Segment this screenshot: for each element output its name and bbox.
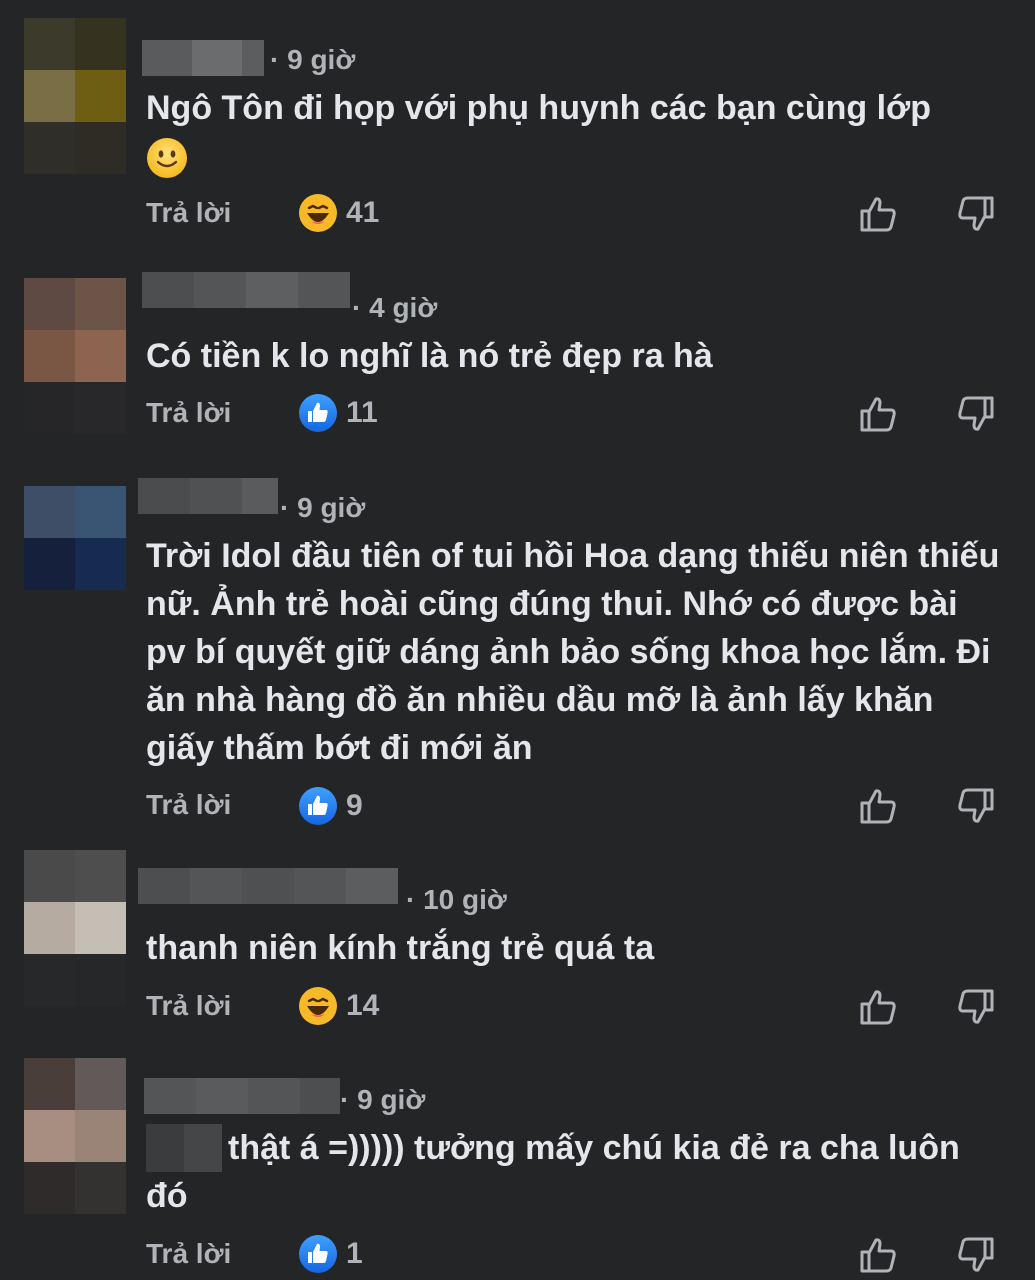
avatar[interactable] — [24, 18, 126, 174]
reaction-summary[interactable]: 41 — [298, 193, 379, 233]
thumbs-down-icon[interactable] — [956, 987, 996, 1027]
like-reaction-icon — [299, 787, 337, 825]
reaction-count: 11 — [346, 396, 378, 429]
thumbs-up-icon[interactable] — [858, 394, 898, 434]
reply-button[interactable]: Trả lời — [146, 789, 231, 821]
thumbs-down-icon[interactable] — [956, 786, 996, 826]
avatar[interactable] — [24, 278, 126, 434]
reply-button[interactable]: Trả lời — [146, 1238, 231, 1270]
comment-time: · 9 giờ — [270, 44, 356, 75]
reply-button[interactable]: Trả lời — [146, 990, 231, 1022]
like-reaction-icon — [299, 394, 337, 432]
haha-emoji-icon — [299, 194, 337, 232]
smile-emoji-icon — [147, 138, 187, 179]
comment-time: · 4 giờ — [352, 292, 438, 323]
thumbs-down-icon[interactable] — [956, 194, 996, 234]
comment-time: · 9 giờ — [280, 492, 366, 523]
thumbs-up-icon[interactable] — [858, 1235, 898, 1275]
mention-tag[interactable] — [146, 1124, 222, 1172]
reaction-count: 1 — [346, 1237, 363, 1270]
reaction-summary[interactable]: 9 — [298, 786, 363, 826]
comment-text: thật á =))))) tưởng mấy chú kia đẻ ra ch… — [146, 1124, 1006, 1220]
reaction-count: 14 — [346, 989, 380, 1022]
reaction-summary[interactable]: 14 — [298, 986, 379, 1026]
thumbs-up-icon[interactable] — [858, 786, 898, 826]
thumbs-down-icon[interactable] — [956, 1235, 996, 1275]
comment-text: Có tiền k lo nghĩ là nó trẻ đẹp ra hà — [146, 337, 713, 375]
reaction-summary[interactable]: 11 — [298, 393, 378, 433]
author-name[interactable] — [138, 868, 398, 904]
reaction-count: 9 — [346, 789, 363, 822]
author-name[interactable] — [144, 1078, 340, 1114]
comment-text-content: Ngô Tôn đi họp với phụ huynh các bạn cùn… — [146, 89, 931, 127]
like-reaction-icon — [299, 1235, 337, 1273]
avatar[interactable] — [24, 1058, 126, 1214]
haha-emoji-icon — [299, 987, 337, 1025]
author-name[interactable] — [142, 40, 264, 76]
thumbs-up-icon[interactable] — [858, 987, 898, 1027]
comment-text-content: thật á =))))) tưởng mấy chú kia đẻ ra ch… — [146, 1129, 960, 1215]
reply-button[interactable]: Trả lời — [146, 197, 231, 229]
thumbs-down-icon[interactable] — [956, 394, 996, 434]
comment-text: thanh niên kính trắng trẻ quá ta — [146, 929, 655, 967]
reaction-count: 41 — [346, 196, 380, 229]
comment-text: Ngô Tôn đi họp với phụ huynh các bạn cùn… — [146, 84, 1006, 180]
comment-text: Trời Idol đầu tiên of tui hồi Hoa dạng t… — [146, 537, 1000, 767]
reply-button[interactable]: Trả lời — [146, 397, 231, 429]
thumbs-up-icon[interactable] — [858, 194, 898, 234]
reaction-summary[interactable]: 1 — [298, 1234, 363, 1274]
comment-time: · 9 giờ — [340, 1084, 426, 1115]
author-name[interactable] — [142, 272, 350, 308]
avatar[interactable] — [24, 486, 126, 642]
avatar[interactable] — [24, 850, 126, 1006]
comment-time: · 10 giờ — [406, 884, 507, 915]
author-name[interactable] — [138, 478, 278, 514]
